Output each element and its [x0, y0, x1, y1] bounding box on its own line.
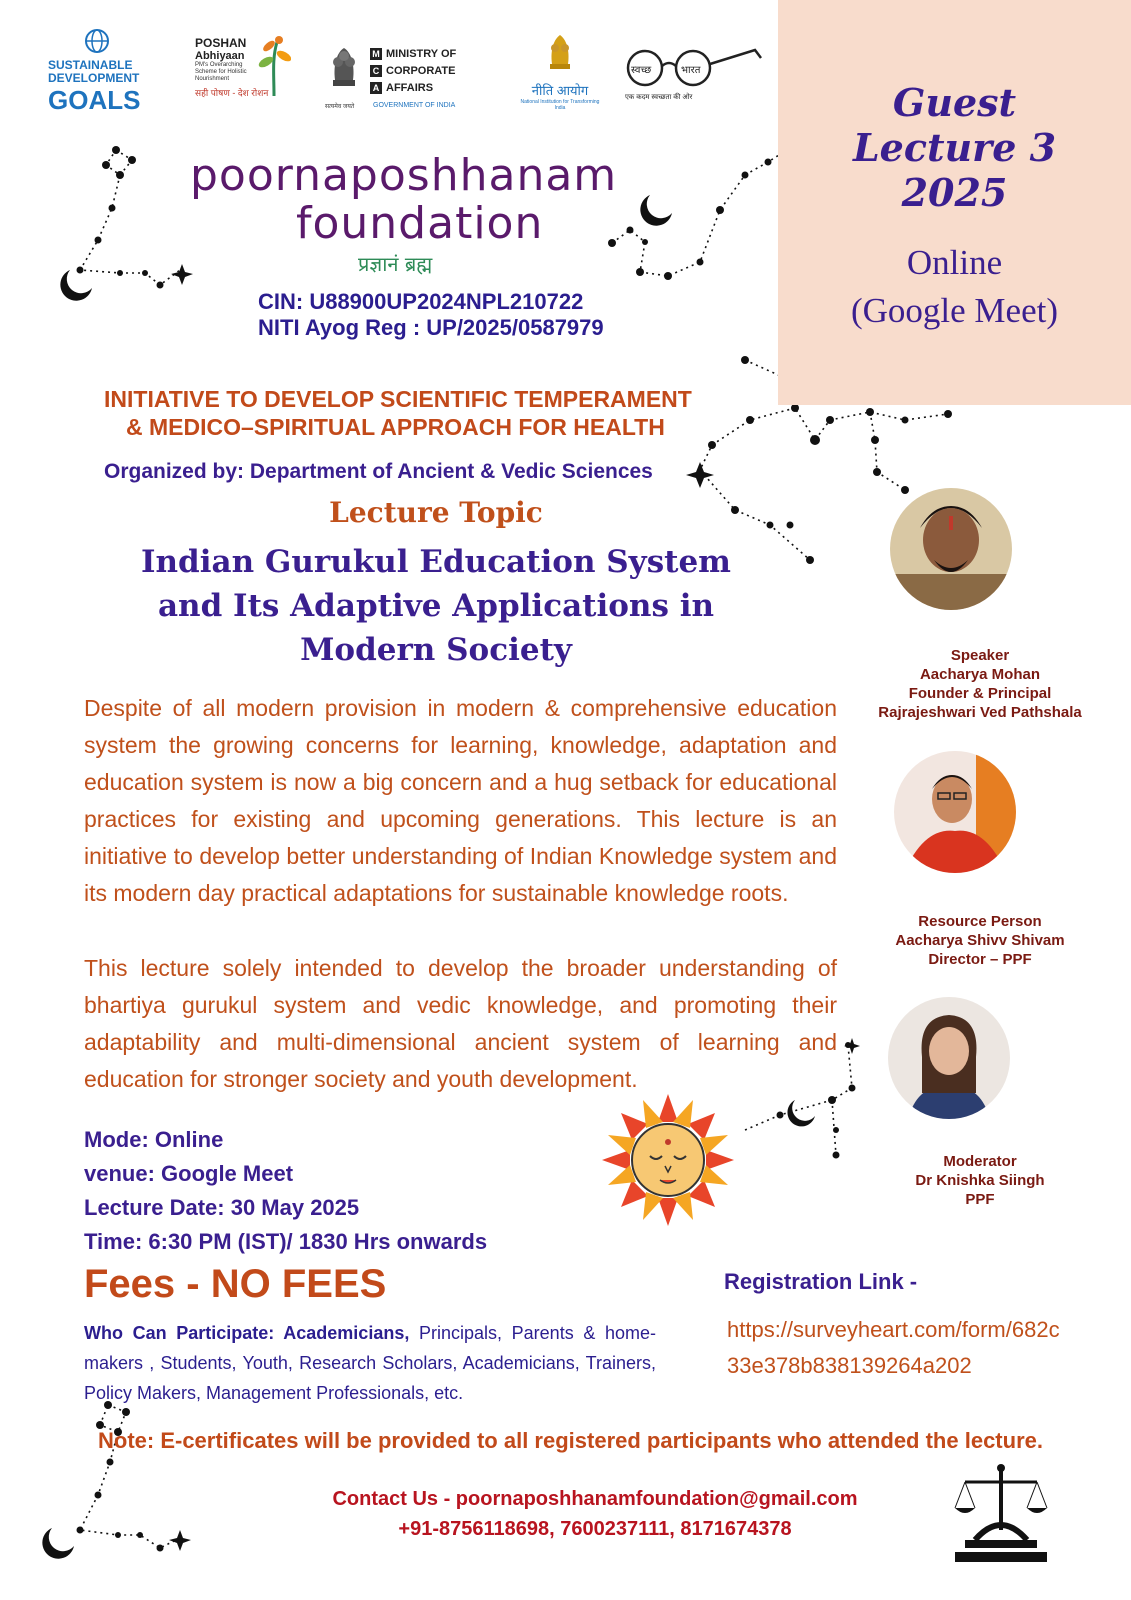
- foundation-name-line1: poornaposhhanam: [190, 150, 618, 201]
- poshan-plant-icon: [258, 36, 291, 97]
- lecture-title-line2: and Its Adaptive Applications in: [157, 588, 715, 624]
- speaker-caption: Speaker Aacharya Mohan Founder & Princip…: [845, 646, 1115, 722]
- organized-by: Organized by: Department of Ancient & Ve…: [104, 460, 653, 483]
- event-details: Mode: Online venue: Google Meet Lecture …: [84, 1123, 487, 1259]
- moderator-role: Moderator: [943, 1153, 1017, 1170]
- event-info-panel: Guest Lecture 3 2025 Online (Google Meet…: [778, 0, 1131, 405]
- swachh-bharat-logo: स्वच्छ भारत एक कदम स्वच्छता की ओर: [625, 44, 765, 102]
- registration-heading: Registration Link -: [724, 1269, 918, 1294]
- registration-link[interactable]: https://surveyheart.com/form/682c 33e378…: [727, 1312, 1060, 1384]
- moderator-caption: Moderator Dr Knishka Siingh PPF: [845, 1152, 1115, 1209]
- speaker-title1: Founder & Principal: [908, 685, 1052, 702]
- speaker-role: Speaker: [950, 647, 1010, 664]
- swachh-text: स्वच्छ: [631, 65, 652, 76]
- niti-registration: NITI Ayog Reg : UP/2025/0587979: [258, 315, 604, 340]
- contact-info: Contact Us - poornaposhhanamfoundation@g…: [290, 1484, 900, 1544]
- detail-date: Lecture Date: 30 May 2025: [84, 1195, 360, 1220]
- detail-time: Time: 6:30 PM (IST)/ 1830 Hrs onwards: [84, 1229, 488, 1254]
- swachh-sub: एक कदम स्वच्छता की ओर: [625, 94, 693, 101]
- guest-lecture-line1: Guest: [892, 80, 1017, 125]
- mca-text-a: AFFAIRS: [386, 82, 434, 94]
- initiative-line1: INITIATIVE TO DEVELOP SCIENTIFIC TEMPERA…: [104, 386, 692, 412]
- registration-link-line1[interactable]: https://surveyheart.com/form/682c: [727, 1312, 1060, 1348]
- speaker-avatar: [890, 488, 1012, 610]
- detail-mode: Mode: Online: [84, 1127, 224, 1152]
- emblem-caption: सत्यमेव जयते: [325, 104, 355, 110]
- niti-sub: National Institution for Transforming In…: [520, 99, 600, 111]
- lecture-title-line3: Modern Society: [300, 632, 572, 668]
- resource-person-photo: [894, 751, 1016, 873]
- moderator-avatar: [888, 997, 1010, 1119]
- resource-person-caption: Resource Person Aacharya Shivv Shivam Di…: [845, 912, 1115, 969]
- registration-link-line2[interactable]: 33e378b838139264a202: [727, 1348, 1060, 1384]
- resource-person-name: Aacharya Shivv Shivam: [895, 932, 1065, 949]
- guest-lecture-year: 2025: [901, 170, 1008, 215]
- niti-hindi: नीति आयोग: [531, 83, 589, 98]
- contact-email[interactable]: Contact Us - poornaposhhanamfoundation@g…: [290, 1484, 900, 1514]
- sdg-text-2: DEVELOPMENT: [48, 71, 140, 85]
- speaker-photo: [890, 488, 1012, 610]
- detail-venue: venue: Google Meet: [84, 1161, 294, 1186]
- poshan-sub: PM's Overarching Scheme for Holistic Nou…: [195, 62, 247, 82]
- foundation-motto: प्रज्ञानं ब्रह्म: [358, 252, 433, 276]
- participants-label: Who Can Participate: Academicians,: [84, 1323, 410, 1343]
- moderator-title: PPF: [965, 1191, 995, 1208]
- sdg-text-3: GOALS: [48, 85, 141, 115]
- moderator-photo: [888, 997, 1010, 1119]
- mode-online: Online: [906, 243, 1003, 282]
- contact-phones[interactable]: +91-8756118698, 7600237111, 8171674378: [290, 1514, 900, 1544]
- lecture-title-line1: Indian Gurukul Education System: [141, 544, 731, 580]
- sun-face-illustration: [602, 1094, 734, 1226]
- lecture-topic-label: Lecture Topic: [329, 496, 543, 529]
- foundation-name-line2: foundation: [296, 198, 544, 249]
- lecture-description-2: This lecture solely intended to develop …: [84, 955, 837, 1092]
- resource-person-avatar: [894, 751, 1016, 873]
- mca-gov-text: GOVERNMENT OF INDIA: [373, 102, 456, 109]
- ashoka-emblem-icon: [333, 48, 355, 86]
- speaker-title2: Rajrajeshwari Ved Pathshala: [878, 704, 1082, 721]
- guest-lecture-line2: Lecture 3: [852, 125, 1057, 170]
- participants-text: Who Can Participate: Academicians, Princ…: [84, 1318, 656, 1408]
- speaker-name: Aacharya Mohan: [919, 666, 1041, 683]
- moderator-name: Dr Knishka Siingh: [915, 1172, 1045, 1189]
- niti-aayog-logo: नीति आयोग National Institution for Trans…: [520, 30, 600, 111]
- resource-person-role: Resource Person: [918, 913, 1042, 930]
- mode-platform: (Google Meet): [850, 291, 1058, 330]
- initiative-line2: & MEDICO–SPIRITUAL APPROACH FOR HEALTH: [126, 414, 665, 440]
- certificate-note: Note: E-certificates will be provided to…: [98, 1428, 1043, 1453]
- mca-text-m: MINISTRY OF: [386, 48, 457, 60]
- cin-number: CIN: U88900UP2024NPL210722: [258, 289, 584, 314]
- mca-text-c: CORPORATE: [386, 65, 456, 77]
- resource-person-title: Director – PPF: [928, 951, 1032, 968]
- bharat-text: भारत: [681, 65, 701, 76]
- fees-banner: Fees - NO FEES: [84, 1262, 387, 1306]
- niti-emblem-icon: [550, 35, 570, 69]
- globe-icon: [85, 29, 109, 53]
- libra-scales-icon: [954, 1464, 1048, 1562]
- lecture-description-1: Despite of all modern provision in moder…: [84, 695, 837, 906]
- sdg-logo: SUSTAINABLE DEVELOPMENT GOALS: [48, 28, 148, 116]
- poshan-abhiyaan-logo: POSHAN Abhiyaan PM's Overarching Scheme …: [195, 36, 305, 99]
